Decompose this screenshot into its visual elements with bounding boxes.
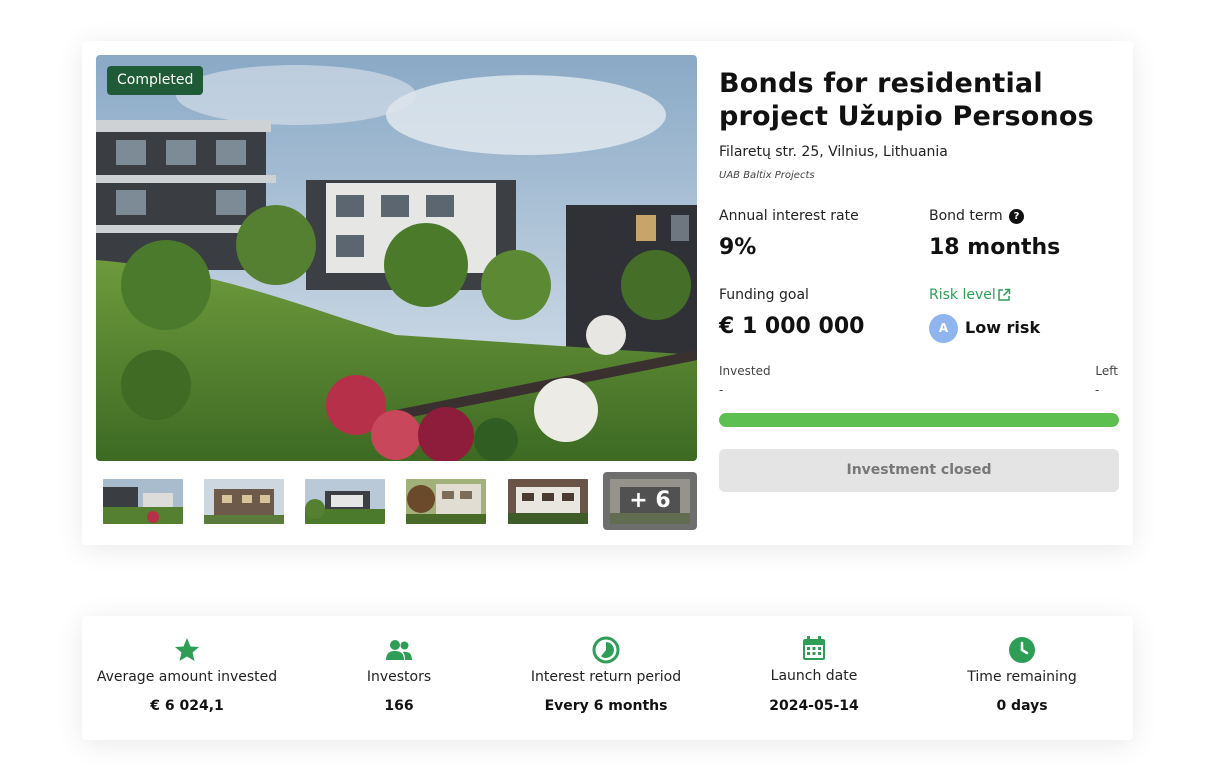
gallery-thumbnail[interactable] [305, 479, 385, 524]
stat-launch-date: Launch date 2024-05-14 [709, 616, 919, 740]
funding-goal-label: Funding goal [719, 287, 809, 303]
stat-label: Time remaining [967, 669, 1077, 685]
bond-term-value: 18 months [929, 235, 1061, 260]
stat-label: Investors [366, 669, 432, 685]
project-stats-card: Average amount invested € 6 024,1 Invest… [82, 616, 1133, 740]
funding-goal-value: € 1 000 000 [719, 314, 865, 339]
project-company: UAB Baltix Projects [719, 170, 815, 181]
risk-level-link[interactable]: Risk level [929, 287, 996, 303]
bond-term-label: Bond term [929, 208, 1003, 224]
stat-average-amount: Average amount invested € 6 024,1 [82, 616, 292, 740]
users-icon [386, 640, 412, 660]
project-address: Filaretų str. 25, Vilnius, Lithuania [719, 144, 948, 160]
gallery-thumbnail[interactable] [508, 479, 588, 524]
stat-label: Launch date [770, 668, 858, 684]
calendar-icon [803, 636, 825, 660]
stat-value: 166 [384, 698, 414, 714]
gallery-thumbnail[interactable] [103, 479, 183, 524]
gallery-thumbnail[interactable] [406, 479, 486, 524]
invested-value: - [719, 383, 724, 397]
stat-investors: Investors 166 [294, 616, 504, 740]
gallery-more-button[interactable]: + 6 [603, 472, 697, 530]
stat-label: Interest return period [530, 669, 682, 685]
left-value: - [1095, 383, 1100, 397]
image-gallery: + 6 [96, 472, 697, 530]
star-icon [175, 638, 199, 661]
project-title: Bonds for residential project Užupio Per… [719, 68, 1094, 132]
funding-progress-fill [719, 413, 1119, 427]
question-circle-icon[interactable]: ? [1009, 209, 1024, 224]
investment-closed-button[interactable]: Investment closed [719, 449, 1119, 492]
project-main-image[interactable] [96, 55, 697, 461]
stat-time-remaining: Time remaining 0 days [917, 616, 1127, 740]
interest-rate-label: Annual interest rate [719, 208, 859, 224]
clock-icon [1009, 637, 1035, 663]
stat-label: Average amount invested [96, 669, 278, 685]
clock-cycle-icon [592, 636, 620, 664]
left-label: Left [1095, 364, 1118, 378]
external-link-icon[interactable] [997, 288, 1011, 302]
risk-grade-avatar: A [929, 314, 958, 343]
stat-interest-return-period: Interest return period Every 6 months [501, 616, 711, 740]
stat-value: 0 days [996, 698, 1048, 714]
gallery-more-count: + 6 [629, 488, 671, 513]
status-badge: Completed [107, 66, 204, 95]
stat-value: Every 6 months [544, 698, 668, 714]
stat-value: € 6 024,1 [150, 698, 224, 714]
interest-rate-value: 9% [719, 235, 757, 260]
risk-level-value: Low risk [965, 318, 1041, 337]
gallery-thumbnail[interactable] [204, 479, 284, 524]
funding-progress-bar [719, 413, 1119, 427]
invested-label: Invested [719, 364, 771, 378]
stat-value: 2024-05-14 [769, 698, 859, 714]
